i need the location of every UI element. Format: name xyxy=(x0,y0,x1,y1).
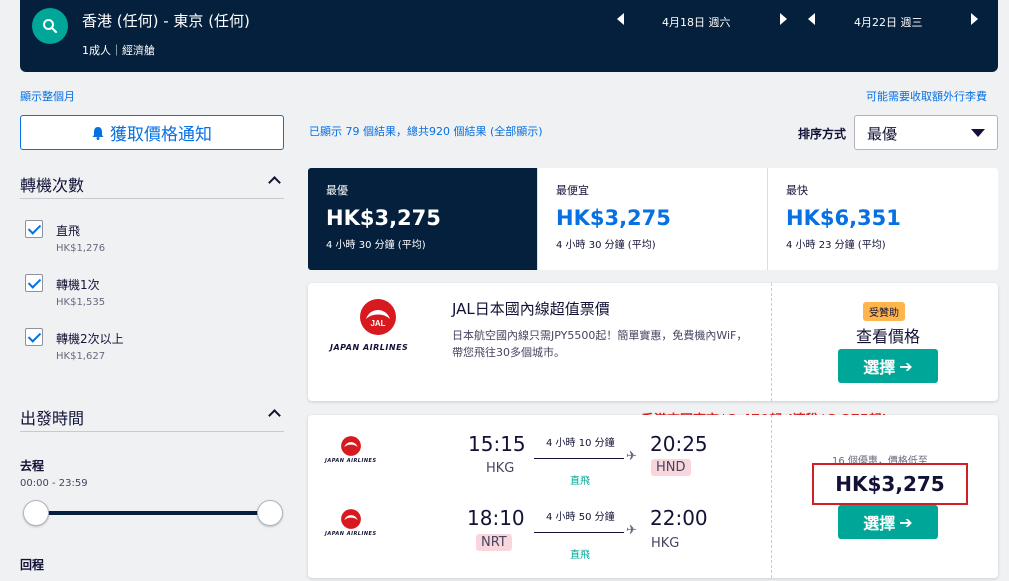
leg-arr-time: 22:00 xyxy=(650,506,708,530)
tab-label: 最便宜 xyxy=(556,184,589,197)
sort-select[interactable]: 最優 xyxy=(854,115,998,150)
svg-text:JAL: JAL xyxy=(370,319,385,328)
return-label: 回程 xyxy=(20,558,45,572)
tab-price: HK$3,275 xyxy=(326,206,441,230)
jal-logo: JAL xyxy=(358,297,398,341)
card-divider xyxy=(771,415,772,578)
flight-price-text: HK$3,275 xyxy=(835,472,945,496)
bell-icon xyxy=(92,126,104,140)
view-price-label: 查看價格 xyxy=(856,327,921,346)
leg-dep-code: NRT xyxy=(476,534,512,551)
sort-tabs: 最優 HK$3,275 4 小時 30 分鐘 (平均) 最便宜 HK$3,275… xyxy=(308,168,998,270)
card-divider xyxy=(771,283,772,401)
outbound-time-slider[interactable] xyxy=(36,511,270,515)
divider xyxy=(20,198,284,199)
leg-stops: 直飛 xyxy=(570,550,590,561)
sort-label: 排序方式 xyxy=(798,127,847,141)
depart-prev-date-icon[interactable] xyxy=(617,13,624,25)
slider-start-handle[interactable] xyxy=(23,500,49,526)
leg-arr-code: HKG xyxy=(651,536,680,551)
jal-crane-icon xyxy=(341,509,361,529)
leg-duration: 4 小時 50 分鐘 xyxy=(546,512,615,523)
departure-time-title: 出發時間 xyxy=(20,409,85,428)
stops-option-price: HK$1,627 xyxy=(56,351,106,362)
tab-label: 最優 xyxy=(326,184,348,197)
stops-title: 轉機次數 xyxy=(20,176,85,195)
leg-line xyxy=(534,532,624,533)
tab-duration: 4 小時 23 分鐘 (平均) xyxy=(786,240,886,251)
jal-crane-icon xyxy=(341,436,361,456)
show-month-link[interactable]: 顯示整個月 xyxy=(20,88,75,104)
search-button[interactable] xyxy=(32,8,68,44)
leg-duration: 4 小時 10 分鐘 xyxy=(546,438,615,449)
tab-best[interactable]: 最優 HK$3,275 4 小時 30 分鐘 (平均) xyxy=(308,168,538,270)
checkbox-one-stop[interactable] xyxy=(25,274,43,292)
tab-cheapest[interactable]: 最便宜 HK$3,275 4 小時 30 分鐘 (平均) xyxy=(538,168,768,270)
arrow-right-icon: ➔ xyxy=(899,356,913,376)
outbound-range: 00:00 - 23:59 xyxy=(20,478,88,489)
jal-crane-icon: JAL xyxy=(360,299,396,335)
airline-logo-text: JAPAN AIRLINES xyxy=(325,458,377,464)
return-prev-date-icon[interactable] xyxy=(808,13,815,25)
leg-arr-code: HND xyxy=(651,459,691,476)
jal-logo-text: JAPAN AIRLINES xyxy=(330,343,409,352)
tab-label: 最快 xyxy=(786,184,808,197)
checkbox-two-plus-stops[interactable] xyxy=(25,328,43,346)
sort-value: 最優 xyxy=(867,125,898,143)
ad-select-label: 選擇 xyxy=(863,358,896,377)
leg-arr-time: 20:25 xyxy=(650,432,708,456)
slider-end-handle[interactable] xyxy=(257,500,283,526)
ad-select-button[interactable]: 選擇 ➔ xyxy=(838,349,938,383)
leg-dep-code: HKG xyxy=(486,461,515,476)
chevron-down-icon xyxy=(971,129,985,137)
departure-time-collapse-icon[interactable] xyxy=(268,409,281,422)
arrow-right-icon: ➔ xyxy=(899,512,913,532)
plane-icon: ✈ xyxy=(626,523,637,538)
search-header[interactable]: 香港 (任何) - 東京 (任何) 1成人｜經濟艙 4月18日 週六 4月22日… xyxy=(20,0,998,72)
route-text[interactable]: 香港 (任何) - 東京 (任何) xyxy=(82,10,250,31)
price-alert-button[interactable]: 獲取價格通知 xyxy=(20,115,284,150)
results-summary[interactable]: 已顯示 79 個結果，總共920 個結果 (全部顯示) xyxy=(309,123,543,139)
sponsored-badge: 受贊助 xyxy=(863,302,905,321)
flight-select-button[interactable]: 選擇 ➔ xyxy=(838,505,938,539)
leg-line xyxy=(534,458,624,459)
stops-collapse-icon[interactable] xyxy=(268,176,281,189)
return-next-date-icon[interactable] xyxy=(971,13,978,25)
search-icon xyxy=(43,19,58,34)
return-date[interactable]: 4月22日 週三 xyxy=(854,14,923,30)
passenger-cabin-text[interactable]: 1成人｜經濟艙 xyxy=(82,42,155,58)
leg-stops: 直飛 xyxy=(570,476,590,487)
tab-price: HK$6,351 xyxy=(786,206,901,230)
stops-option-label: 轉機1次 xyxy=(56,278,100,292)
airline-logo-text: JAPAN AIRLINES xyxy=(325,531,377,537)
ad-title: JAL日本國內線超值票價 xyxy=(452,300,610,318)
plane-icon: ✈ xyxy=(626,449,637,464)
price-alert-label: 獲取價格通知 xyxy=(110,125,212,145)
stops-option-label: 轉機2次以上 xyxy=(56,332,124,346)
outbound-label: 去程 xyxy=(20,459,45,473)
tab-price: HK$3,275 xyxy=(556,206,671,230)
checkbox-direct[interactable] xyxy=(25,220,43,238)
stops-option-price: HK$1,276 xyxy=(56,243,106,254)
extra-fees-link[interactable]: 可能需要收取額外行李費 xyxy=(866,88,987,104)
divider xyxy=(20,431,284,432)
leg-dep-time: 18:10 xyxy=(467,506,525,530)
depart-next-date-icon[interactable] xyxy=(780,13,787,25)
stops-option-label: 直飛 xyxy=(56,224,81,238)
stops-option-price: HK$1,535 xyxy=(56,297,106,308)
tab-duration: 4 小時 30 分鐘 (平均) xyxy=(326,240,426,251)
sponsored-card[interactable]: JAL JAPAN AIRLINES JAL日本國內線超值票價 日本航空國內線只… xyxy=(308,283,998,401)
leg-dep-time: 15:15 xyxy=(468,432,526,456)
tab-duration: 4 小時 30 分鐘 (平均) xyxy=(556,240,656,251)
flight-select-label: 選擇 xyxy=(863,514,896,533)
depart-date[interactable]: 4月18日 週六 xyxy=(662,14,731,30)
tab-fastest[interactable]: 最快 HK$6,351 4 小時 23 分鐘 (平均) xyxy=(768,168,998,270)
ad-description: 日本航空國內線只需JPY5500起！簡單實惠，免費機內WiF，帶您飛往30多個城… xyxy=(452,329,748,359)
flight-price[interactable]: HK$3,275 xyxy=(812,463,968,505)
